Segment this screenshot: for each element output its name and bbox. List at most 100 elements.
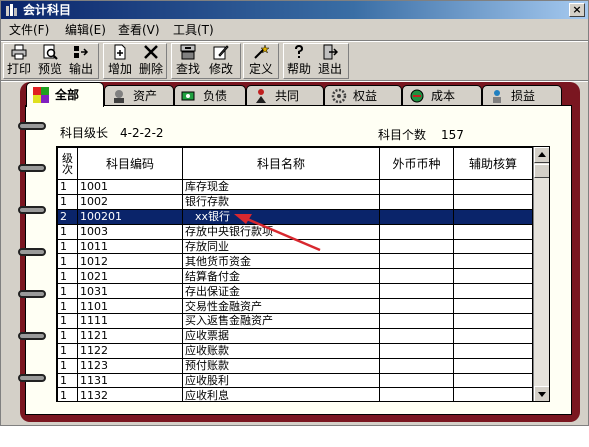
cell-currency[interactable] bbox=[379, 193, 454, 210]
print-button[interactable]: 打印 bbox=[6, 44, 32, 78]
col-header-aux[interactable]: 辅助核算 bbox=[453, 147, 533, 180]
table-row[interactable]: 1 1003 存放中央银行款项 bbox=[57, 223, 533, 240]
cell-name[interactable]: 买入返售金融资产 bbox=[182, 313, 380, 329]
cell-aux[interactable] bbox=[453, 372, 533, 389]
cell-aux[interactable] bbox=[453, 342, 533, 359]
cell-level[interactable]: 1 bbox=[57, 298, 78, 315]
cell-aux[interactable] bbox=[453, 357, 533, 374]
tab-all[interactable]: 全部 bbox=[26, 82, 104, 107]
table-row[interactable]: 1 1001 库存现金 bbox=[57, 179, 533, 195]
table-row[interactable]: 1 1121 应收票据 bbox=[57, 327, 533, 344]
cell-currency[interactable] bbox=[379, 313, 454, 329]
cell-name[interactable]: 库存现金 bbox=[182, 179, 380, 195]
cell-name[interactable]: 交易性金融资产 bbox=[182, 298, 380, 315]
cell-code[interactable]: 1123 bbox=[77, 357, 183, 374]
cell-currency[interactable] bbox=[379, 298, 454, 315]
cell-aux[interactable] bbox=[453, 268, 533, 285]
cell-code[interactable]: 1011 bbox=[77, 238, 183, 255]
cell-aux[interactable] bbox=[453, 208, 533, 225]
cell-level[interactable]: 1 bbox=[57, 223, 78, 240]
cell-level[interactable]: 1 bbox=[57, 342, 78, 359]
exit-button[interactable]: 退出 bbox=[317, 44, 343, 78]
cell-code[interactable]: 1003 bbox=[77, 223, 183, 240]
cell-name[interactable]: 存放同业 bbox=[182, 238, 380, 255]
export-button[interactable]: 输出 bbox=[68, 44, 94, 78]
cell-currency[interactable] bbox=[379, 223, 454, 240]
cell-code[interactable]: 1021 bbox=[77, 268, 183, 285]
cell-aux[interactable] bbox=[453, 283, 533, 300]
table-row[interactable]: 1 1111 买入返售金融资产 bbox=[57, 313, 533, 329]
tab-cost[interactable]: 成本 bbox=[402, 85, 482, 106]
cell-aux[interactable] bbox=[453, 238, 533, 255]
cell-code[interactable]: 1121 bbox=[77, 327, 183, 344]
cell-name[interactable]: 应收利息 bbox=[182, 387, 380, 401]
add-button[interactable]: 增加 bbox=[107, 44, 133, 78]
cell-currency[interactable] bbox=[379, 268, 454, 285]
col-header-currency[interactable]: 外币币种 bbox=[379, 147, 454, 180]
cell-code[interactable]: 1101 bbox=[77, 298, 183, 315]
cell-aux[interactable] bbox=[453, 179, 533, 195]
cell-currency[interactable] bbox=[379, 179, 454, 195]
table-row[interactable]: 1 1021 结算备付金 bbox=[57, 268, 533, 285]
cell-aux[interactable] bbox=[453, 298, 533, 315]
cell-name[interactable]: 预付账款 bbox=[182, 357, 380, 374]
table-row[interactable]: 1 1101 交易性金融资产 bbox=[57, 298, 533, 315]
cell-level[interactable]: 1 bbox=[57, 253, 78, 270]
cell-code[interactable]: 1132 bbox=[77, 387, 183, 401]
table-row[interactable]: 1 1122 应收账款 bbox=[57, 342, 533, 359]
close-button[interactable]: × bbox=[569, 3, 585, 17]
cell-aux[interactable] bbox=[453, 327, 533, 344]
table-row[interactable]: 1 1132 应收利息 bbox=[57, 387, 533, 401]
cell-name[interactable]: 应收票据 bbox=[182, 327, 380, 344]
vertical-scrollbar[interactable] bbox=[533, 147, 549, 401]
scroll-up-button[interactable] bbox=[534, 147, 549, 163]
cell-code[interactable]: 100201 bbox=[77, 208, 183, 225]
cell-name[interactable]: 存放中央银行款项 bbox=[182, 223, 380, 240]
cell-name[interactable]: 应收账款 bbox=[182, 342, 380, 359]
scroll-down-button[interactable] bbox=[534, 386, 549, 401]
cell-name[interactable]: 存出保证金 bbox=[182, 283, 380, 300]
cell-currency[interactable] bbox=[379, 253, 454, 270]
tab-equity[interactable]: 权益 bbox=[324, 85, 402, 106]
table-row[interactable]: 1 1131 应收股利 bbox=[57, 372, 533, 389]
cell-code[interactable]: 1031 bbox=[77, 283, 183, 300]
cell-currency[interactable] bbox=[379, 387, 454, 401]
cell-level[interactable]: 1 bbox=[57, 283, 78, 300]
table-row[interactable]: 1 1123 预付账款 bbox=[57, 357, 533, 374]
table-row[interactable]: 1 1012 其他货币资金 bbox=[57, 253, 533, 270]
cell-name[interactable]: 结算备付金 bbox=[182, 268, 380, 285]
cell-currency[interactable] bbox=[379, 283, 454, 300]
table-row[interactable]: 2 100201 xx银行 bbox=[57, 208, 533, 225]
cell-name[interactable]: 银行存款 bbox=[182, 193, 380, 210]
tab-profit-loss[interactable]: 损益 bbox=[482, 85, 562, 106]
cell-level[interactable]: 1 bbox=[57, 193, 78, 210]
tab-common[interactable]: 共同 bbox=[246, 85, 324, 106]
menu-view[interactable]: 查看(V) bbox=[118, 23, 160, 37]
cell-aux[interactable] bbox=[453, 313, 533, 329]
col-header-level[interactable]: 级次 bbox=[57, 147, 78, 180]
help-button[interactable]: 帮助 bbox=[286, 44, 312, 78]
cell-level[interactable]: 1 bbox=[57, 268, 78, 285]
cell-name[interactable]: 其他货币资金 bbox=[182, 253, 380, 270]
cell-level[interactable]: 2 bbox=[57, 208, 78, 225]
cell-currency[interactable] bbox=[379, 372, 454, 389]
cell-currency[interactable] bbox=[379, 208, 454, 225]
cell-name[interactable]: 应收股利 bbox=[182, 372, 380, 389]
cell-level[interactable]: 1 bbox=[57, 238, 78, 255]
find-button[interactable]: 查找 bbox=[175, 44, 201, 78]
table-row[interactable]: 1 1031 存出保证金 bbox=[57, 283, 533, 300]
tab-liabilities[interactable]: 负债 bbox=[174, 85, 246, 106]
cell-aux[interactable] bbox=[453, 253, 533, 270]
table-row[interactable]: 1 1002 银行存款 bbox=[57, 193, 533, 210]
tab-assets[interactable]: 资产 bbox=[104, 85, 174, 106]
cell-level[interactable]: 1 bbox=[57, 372, 78, 389]
menu-file[interactable]: 文件(F) bbox=[9, 23, 49, 37]
cell-name[interactable]: xx银行 bbox=[182, 208, 380, 225]
cell-code[interactable]: 1001 bbox=[77, 179, 183, 195]
modify-button[interactable]: 修改 bbox=[208, 44, 234, 78]
cell-code[interactable]: 1012 bbox=[77, 253, 183, 270]
cell-currency[interactable] bbox=[379, 327, 454, 344]
define-button[interactable]: 定义 bbox=[248, 44, 274, 78]
cell-level[interactable]: 1 bbox=[57, 357, 78, 374]
cell-currency[interactable] bbox=[379, 238, 454, 255]
